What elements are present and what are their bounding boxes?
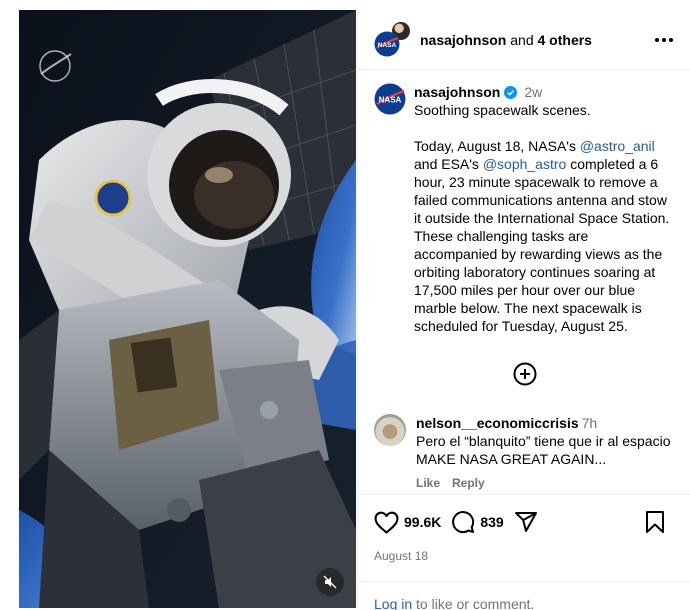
login-link[interactable]: Log in bbox=[374, 596, 412, 610]
bookmark-icon bbox=[646, 511, 664, 533]
post-date[interactable]: August 18 bbox=[374, 549, 675, 563]
comment-text: Pero el “blanquito” tiene que ir al espa… bbox=[416, 433, 671, 467]
comment-button[interactable]: 839 bbox=[451, 510, 504, 534]
collab-avatars[interactable]: NASA bbox=[374, 19, 412, 57]
caption-line1: Soothing spacewalk scenes. bbox=[414, 102, 591, 118]
caption-username-link[interactable]: nasajohnson bbox=[414, 84, 500, 100]
verified-badge-icon bbox=[504, 86, 518, 99]
comment-count[interactable]: 839 bbox=[480, 514, 503, 530]
svg-text:NASA: NASA bbox=[379, 96, 402, 105]
commenter-avatar[interactable] bbox=[374, 414, 406, 446]
caption-text-start: Today, August 18, NASA's bbox=[414, 138, 580, 154]
header-authors: nasajohnson and 4 others bbox=[420, 32, 652, 48]
login-prompt-text: to like or comment. bbox=[412, 596, 535, 610]
comment-item: nelson__economiccrisis 7h Pero el “blanqu… bbox=[374, 414, 679, 490]
plus-circle-icon bbox=[513, 362, 537, 386]
post-header: NASA nasajohnson and 4 others bbox=[358, 10, 690, 70]
caption-nasa-avatar[interactable]: NASA bbox=[374, 83, 406, 115]
spacewalk-video-frame bbox=[19, 10, 356, 608]
post-caption: NASA nasajohnson 2w Soothing spacewalk sc… bbox=[358, 70, 690, 335]
like-count[interactable]: 99.6K bbox=[404, 514, 441, 530]
post-side-panel: NASA nasajohnson and 4 others NASA nasaj… bbox=[357, 10, 690, 610]
comment-timestamp[interactable]: 7h bbox=[582, 415, 598, 431]
commenter-username-link[interactable]: nelson__economiccrisis bbox=[416, 415, 579, 431]
post-actions: 99.6K 839 August 18 Log in to like or co… bbox=[358, 494, 690, 610]
caption-timestamp[interactable]: 2w bbox=[524, 84, 542, 100]
caption-paragraph: Today, August 18, NASA's @astro_anil and… bbox=[414, 137, 674, 335]
nasa-watermark-logo bbox=[39, 50, 72, 82]
login-prompt: Log in to like or comment. bbox=[358, 581, 690, 610]
nasa-avatar: NASA bbox=[374, 31, 400, 56]
mention-astro-anil-link[interactable]: @astro_anil bbox=[580, 138, 655, 154]
comment-bubble-icon bbox=[452, 511, 475, 534]
mute-toggle-button[interactable] bbox=[316, 568, 344, 596]
ellipsis-icon bbox=[655, 37, 673, 42]
paper-plane-icon bbox=[514, 512, 537, 532]
load-more-comments-button[interactable] bbox=[513, 362, 537, 386]
header-connector: and bbox=[506, 31, 538, 48]
svg-text:NASA: NASA bbox=[378, 42, 397, 49]
more-options-button[interactable] bbox=[652, 28, 676, 52]
like-button[interactable]: 99.6K bbox=[374, 511, 441, 534]
post-media-video[interactable] bbox=[19, 10, 356, 608]
header-others-link[interactable]: 4 others bbox=[538, 32, 592, 48]
comment-like-button[interactable]: Like bbox=[416, 476, 440, 490]
mention-soph-astro-link[interactable]: @soph_astro bbox=[483, 156, 566, 172]
speaker-muted-icon bbox=[323, 575, 337, 589]
comment-reply-button[interactable]: Reply bbox=[452, 476, 485, 490]
caption-text-mid: and ESA's bbox=[414, 156, 483, 172]
save-button[interactable] bbox=[645, 510, 665, 534]
heart-icon bbox=[374, 511, 399, 533]
header-username-link[interactable]: nasajohnson bbox=[420, 32, 506, 48]
share-button[interactable] bbox=[514, 510, 538, 534]
caption-text-end: completed a 6 hour, 23 minute spacewalk … bbox=[414, 156, 670, 334]
